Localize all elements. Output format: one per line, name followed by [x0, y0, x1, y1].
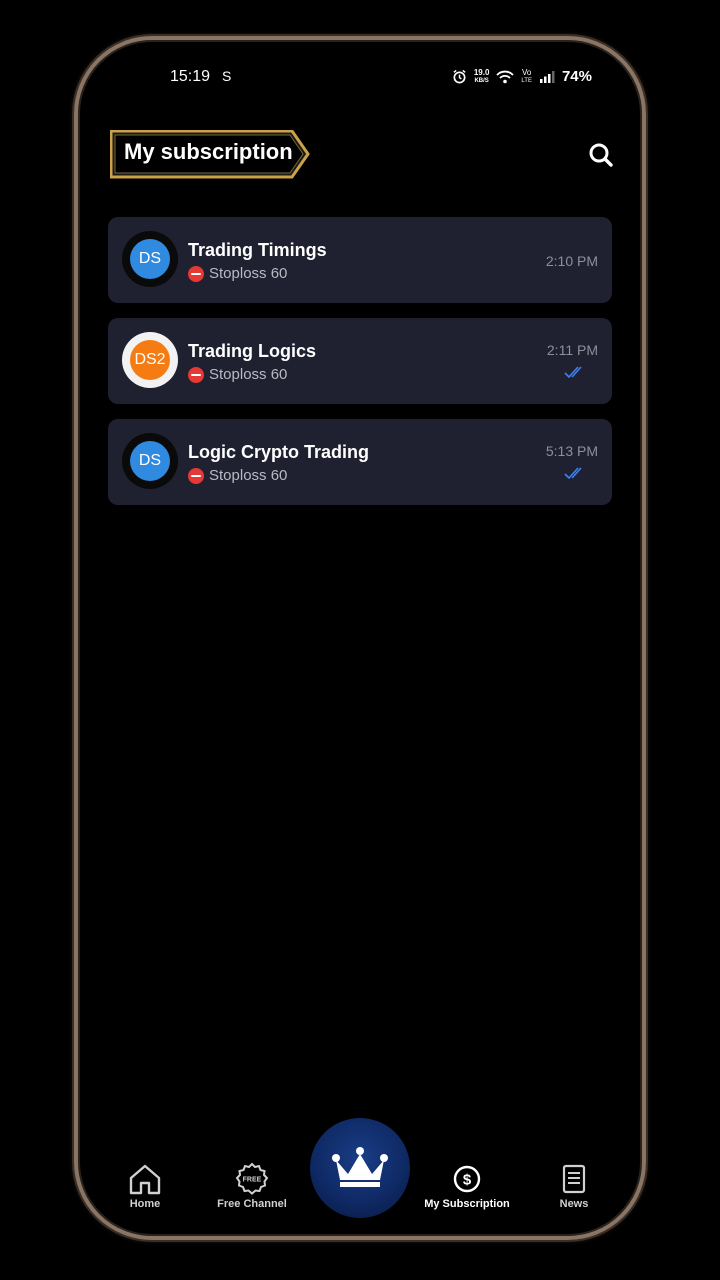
- nav-home[interactable]: Home: [100, 1162, 190, 1210]
- message-time: 5:13 PM: [545, 443, 598, 459]
- volte-indicator: Vo LTE: [521, 67, 532, 84]
- double-check-icon: [564, 366, 582, 379]
- status-bar: 15:19 S 19.0 KB/S Vo LTE 74%: [80, 68, 640, 90]
- no-entry-icon: [188, 366, 204, 383]
- last-message-text: Stoploss 60: [209, 467, 288, 484]
- signal-icon: [539, 70, 555, 83]
- app-screen: 15:19 S 19.0 KB/S Vo LTE 74% My subscrip…: [80, 42, 640, 1234]
- last-message: Stoploss 60: [188, 366, 287, 383]
- no-entry-icon: [188, 265, 204, 282]
- last-message: Stoploss 60: [188, 467, 287, 484]
- subscription-list: DS Trading Timings Stoploss 60 2:10 PM D…: [108, 217, 612, 520]
- free-badge-icon: FREE: [235, 1162, 269, 1195]
- search-icon: [589, 143, 613, 167]
- news-document-icon: [562, 1164, 586, 1194]
- double-check-icon: [564, 467, 582, 480]
- avatar-ring: DS: [122, 231, 178, 287]
- status-time: 15:19: [170, 68, 211, 85]
- channel-name: Trading Timings: [188, 240, 327, 260]
- last-message-text: Stoploss 60: [209, 265, 288, 282]
- last-message: Stoploss 60: [188, 265, 287, 282]
- nav-news[interactable]: News: [529, 1162, 619, 1210]
- nav-news-label: News: [559, 1198, 589, 1210]
- avatar-ring: DS2: [122, 332, 178, 388]
- page-title-badge: My subscription: [110, 130, 310, 179]
- bottom-navigation: Home FREE Free Channel $ My Subscription…: [80, 1146, 640, 1226]
- svg-text:$: $: [463, 1172, 472, 1189]
- wifi-icon: [496, 70, 515, 83]
- avatar-ring: DS: [122, 433, 178, 489]
- avatar: DS2: [130, 340, 170, 380]
- home-icon: [129, 1164, 161, 1195]
- nav-free-channel-label: Free Channel: [217, 1198, 287, 1210]
- avatar: DS: [130, 441, 170, 481]
- network-speed: 19.0 KB/S: [473, 67, 490, 84]
- subscription-card[interactable]: DS Trading Timings Stoploss 60 2:10 PM: [108, 217, 612, 303]
- svg-text:FREE: FREE: [243, 1177, 262, 1184]
- subscription-card[interactable]: DS Logic Crypto Trading Stoploss 60 5:13…: [108, 419, 612, 505]
- nav-free-channel[interactable]: FREE Free Channel: [207, 1162, 297, 1210]
- last-message-text: Stoploss 60: [209, 366, 288, 383]
- no-entry-icon: [188, 467, 204, 484]
- battery-level: 74%: [561, 68, 592, 85]
- message-time: 2:11 PM: [546, 342, 598, 358]
- status-right: 19.0 KB/S Vo LTE 74%: [452, 68, 592, 85]
- search-button[interactable]: [586, 140, 616, 170]
- dollar-circle-icon: $: [453, 1165, 481, 1193]
- avatar: DS: [130, 239, 170, 279]
- subscription-card[interactable]: DS2 Trading Logics Stoploss 60 2:11 PM: [108, 318, 612, 404]
- status-app-icon: S: [222, 68, 232, 84]
- alarm-icon: [453, 69, 466, 84]
- message-time: 2:10 PM: [545, 253, 598, 269]
- channel-name: Trading Logics: [188, 341, 317, 361]
- channel-name: Logic Crypto Trading: [188, 442, 370, 462]
- nav-home-label: Home: [129, 1198, 161, 1210]
- nav-my-subscription-label: My Subscription: [424, 1198, 510, 1210]
- page-title: My subscription: [124, 139, 293, 164]
- nav-my-subscription[interactable]: $ My Subscription: [422, 1162, 512, 1210]
